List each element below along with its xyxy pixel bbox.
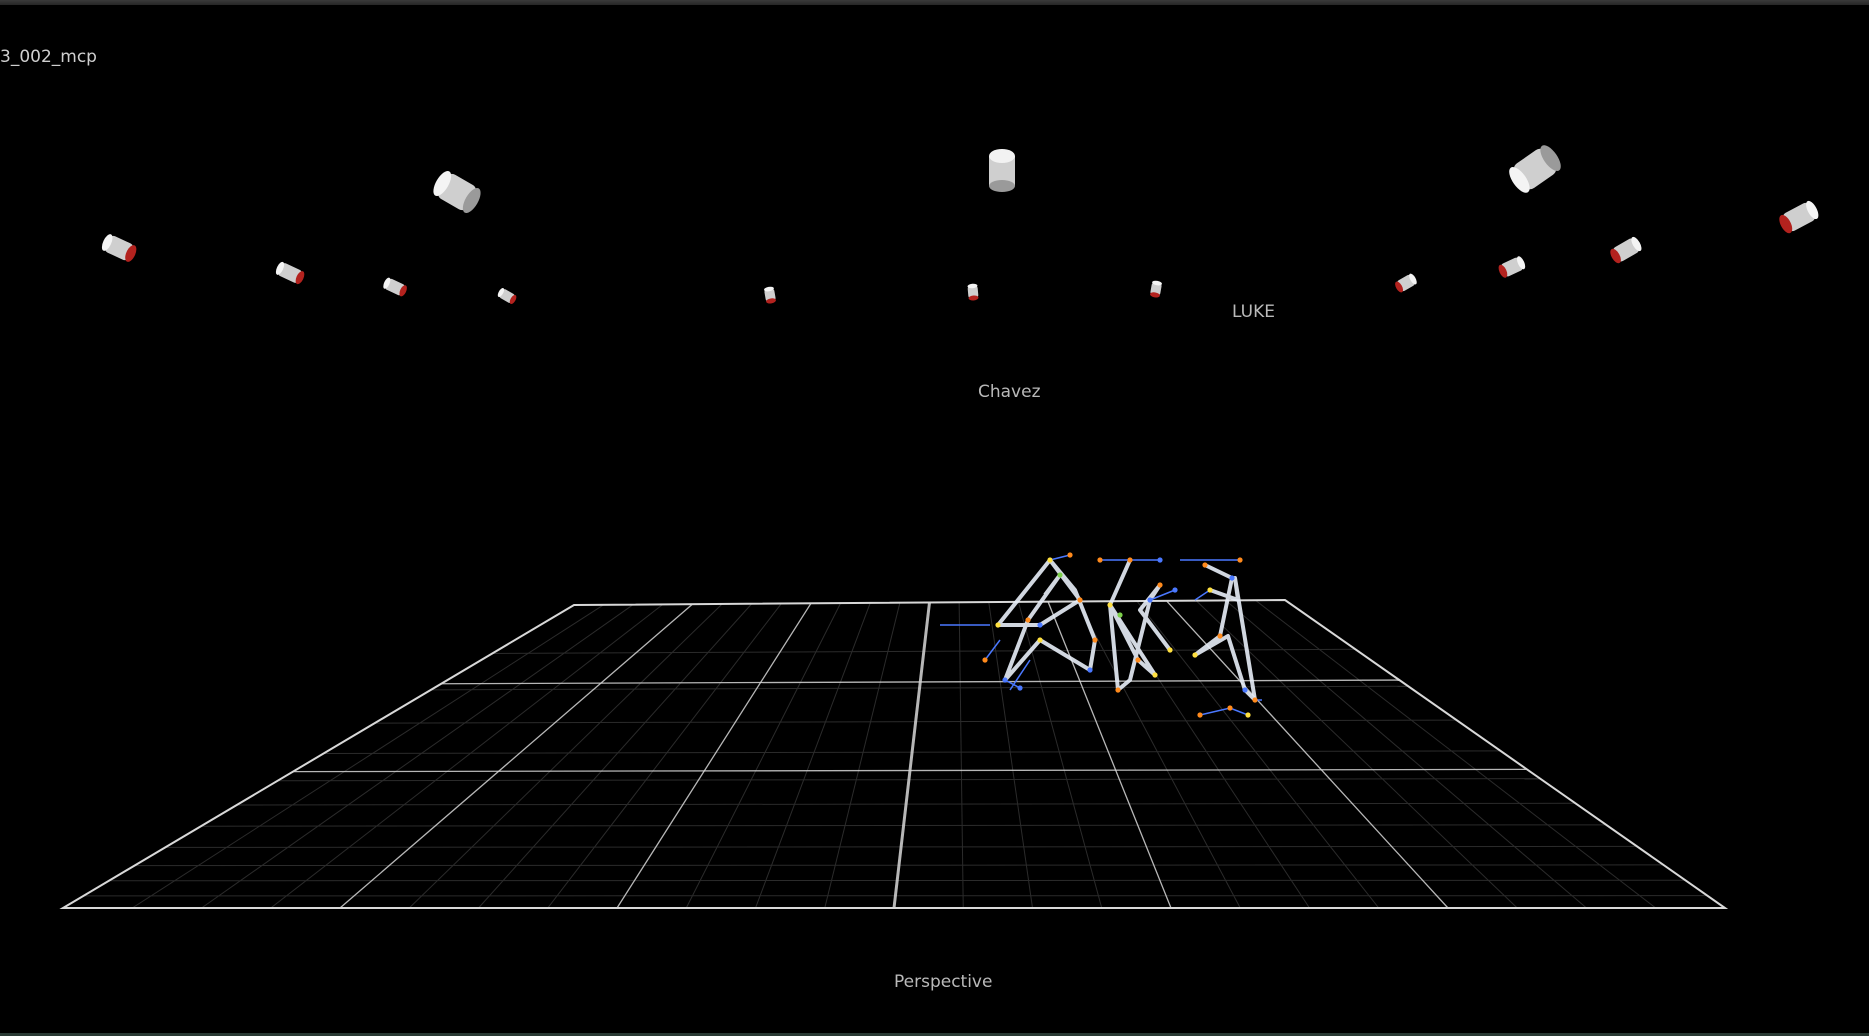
skeleton-joint [1115,687,1121,693]
skeleton-joint [982,657,988,663]
skeleton-joint [1002,677,1008,683]
camera-small [101,234,137,262]
skeleton-joint [1237,557,1243,563]
skeleton-joint [1077,597,1083,603]
skeleton-joint [1057,572,1063,578]
camera-small [764,286,776,304]
grid-line [616,602,812,909]
skeleton-joint [1147,597,1153,603]
subgrid-line [958,602,964,909]
3d-viewport[interactable]: 3_002_mcp LUKE Chavez Perspective [0,0,1869,1036]
camera-view-label: Perspective [894,972,993,992]
camera-small [497,288,517,305]
camera-small [1498,256,1526,278]
skeleton-joint [995,622,1001,628]
skeleton-joint [1192,652,1198,658]
scene-canvas[interactable] [0,0,1869,1036]
subgrid-line [1136,600,1380,909]
actor-label-luke[interactable]: LUKE [1232,302,1275,322]
skeleton-joint [1117,612,1123,618]
subgrid-line [755,602,871,909]
camera-top [989,149,1015,163]
camera-small [383,277,407,297]
camera-small [1779,200,1819,234]
camera-small [1395,273,1417,293]
skeleton-joint [1157,557,1163,563]
skeleton-joint [1087,667,1093,673]
skeleton-joint [1197,712,1203,718]
skeleton-joint [1152,672,1158,678]
subgrid-line [270,603,664,909]
camera-small [1150,280,1162,298]
subgrid-line [547,603,782,909]
skeleton-joint [1127,557,1133,563]
camera-small [967,283,979,301]
camera-large [989,149,1015,192]
skeleton-joint [1229,575,1235,581]
subgrid-line [201,604,634,909]
skeleton-joint [1202,562,1208,568]
camera-large [1509,145,1561,193]
skeleton-joint [1092,637,1098,643]
actor-skeletons[interactable] [940,552,1262,718]
skeleton-joint [1037,637,1043,643]
skeleton-joint [1245,712,1251,718]
grid-border [59,598,1729,909]
skeleton-bone [996,558,1097,682]
skeleton-joint [1242,687,1248,693]
subgrid-line [408,603,723,909]
grid-line [339,603,693,909]
mocap-cameras [101,145,1819,305]
skeleton-bone [1193,563,1257,702]
subgrid-line [685,602,842,909]
subgrid-line [824,602,901,909]
camera-large [433,170,481,214]
skeleton-joint [1135,657,1141,663]
take-name-label: 3_002_mcp [0,47,97,67]
camera-bottom [989,180,1015,192]
skeleton-joint [1037,622,1043,628]
skeleton-joint [1157,582,1163,588]
subgrid-line [131,604,604,909]
grid-line [1047,601,1172,909]
subgrid-line [1077,601,1241,909]
skeleton-link [984,639,1001,661]
skeleton-link [1049,554,1071,561]
actor-label-chavez[interactable]: Chavez [978,382,1041,402]
skeleton-joint [1207,587,1213,593]
skeleton-joint [1167,647,1173,653]
skeleton-link [1194,589,1211,601]
skeleton-joint [1172,587,1178,593]
camera-small [1610,236,1642,264]
skeleton-joint [1107,602,1113,608]
skeleton-bone [1108,559,1172,692]
skeleton-joint [1217,633,1223,639]
skeleton-joint [1097,557,1103,563]
skeleton-joint [1047,557,1053,563]
skeleton-joint [1227,705,1233,711]
subgrid-line [1255,599,1657,909]
skeleton-joint [1252,697,1258,703]
subgrid-line [478,603,753,909]
skeleton-joint [1017,685,1023,691]
grid-line [892,602,931,909]
camera-small [275,261,305,285]
skeleton-joint [1067,552,1073,558]
subgrid-line [988,602,1033,909]
floor-grid [59,598,1729,909]
skeleton-joint [1025,617,1031,623]
